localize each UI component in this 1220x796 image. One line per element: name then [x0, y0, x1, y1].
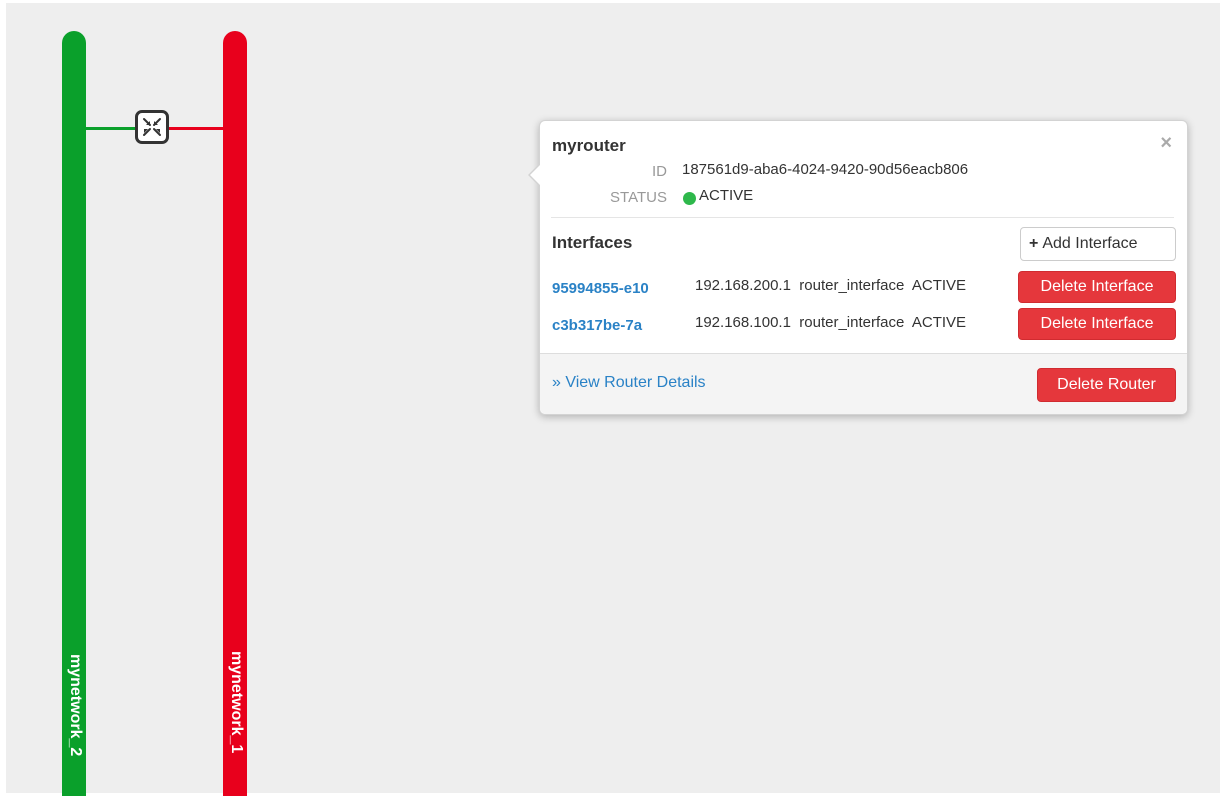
plus-icon: +: [1029, 235, 1039, 252]
router-popover: × myrouter ID 187561d9-aba6-4024-9420-90…: [528, 120, 1188, 415]
interface-info: 192.168.100.1 router_interface ACTIVE: [695, 314, 966, 331]
interface-ip: 192.168.100.1: [695, 314, 791, 331]
interface-type: router_interface: [799, 277, 905, 294]
popover-arrow: [530, 165, 540, 185]
interfaces-heading: Interfaces: [552, 233, 633, 252]
interface-type: router_interface: [799, 314, 905, 331]
delete-interface-button[interactable]: Delete Interface: [1018, 308, 1176, 340]
router-arrows-icon: [143, 118, 161, 136]
router-node[interactable]: [135, 110, 169, 144]
network-label-mynetwork-1[interactable]: mynetwork_1: [227, 651, 245, 753]
interface-id-link[interactable]: 95994855-e10: [552, 280, 687, 297]
router-link-mynetwork-1: [169, 127, 224, 130]
status-dot-icon: [683, 192, 696, 205]
delete-interface-button[interactable]: Delete Interface: [1018, 271, 1176, 303]
router-link-mynetwork-2: [86, 127, 138, 130]
popover-footer: » View Router Details Delete Router: [540, 353, 1187, 414]
interface-row: c3b317be-7a 192.168.100.1 router_interfa…: [540, 308, 1187, 340]
interface-id-link[interactable]: c3b317be-7a: [552, 317, 687, 334]
interface-status: ACTIVE: [911, 314, 967, 331]
add-interface-label: Add Interface: [1042, 235, 1138, 252]
router-name: myrouter: [552, 136, 626, 155]
network-label-mynetwork-2[interactable]: mynetwork_2: [66, 654, 84, 756]
interface-row: 95994855-e10 192.168.200.1 router_interf…: [540, 271, 1187, 303]
interface-status: ACTIVE: [911, 277, 967, 294]
view-router-details-link[interactable]: » View Router Details: [552, 374, 706, 392]
interface-ip: 192.168.200.1: [695, 277, 791, 294]
delete-router-button[interactable]: Delete Router: [1037, 368, 1176, 402]
close-icon[interactable]: ×: [1160, 133, 1172, 153]
interface-info: 192.168.200.1 router_interface ACTIVE: [695, 277, 966, 294]
divider: [551, 217, 1174, 218]
router-id-value: 187561d9-aba6-4024-9420-90d56eacb806: [682, 161, 969, 178]
id-label: ID: [652, 163, 667, 180]
status-value: ACTIVE: [699, 187, 754, 204]
add-interface-button[interactable]: + Add Interface: [1020, 227, 1176, 261]
status-label: STATUS: [610, 189, 667, 206]
